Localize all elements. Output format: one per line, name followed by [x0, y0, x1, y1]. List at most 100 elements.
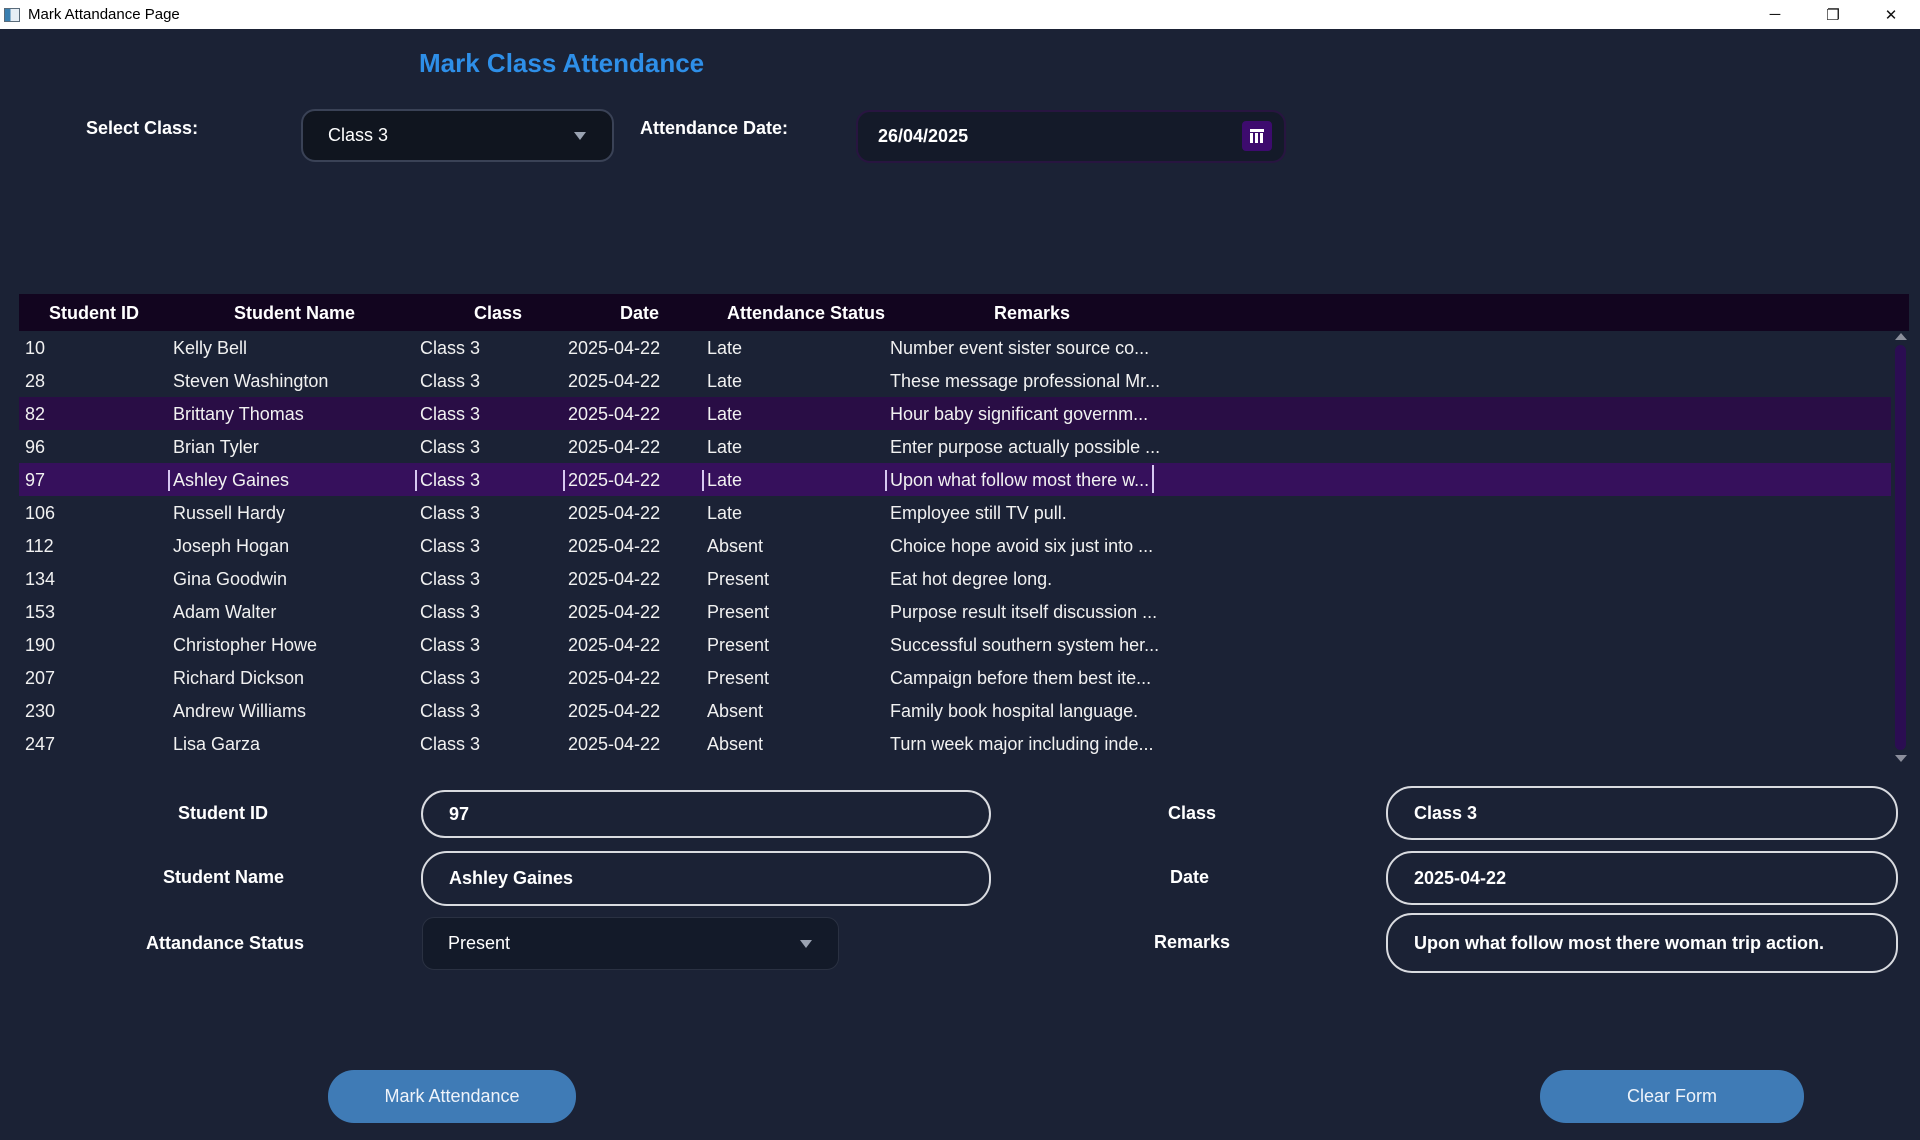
cell-attendance-status: Late — [702, 470, 742, 491]
table-row[interactable]: 230 Andrew Williams Class 3 2025-04-22 Absen… — [19, 694, 1891, 727]
table-scrollbar[interactable] — [1891, 331, 1909, 764]
table-header: Student ID Student Name Class Date Atten… — [19, 294, 1909, 331]
attendance-status-value: Present — [448, 933, 511, 953]
table-row[interactable]: 82 Brittany Thomas Class 3 2025-04-22 Late Ho… — [19, 397, 1891, 430]
column-header-class[interactable]: Class — [474, 303, 522, 324]
cell-date: 2025-04-22 — [563, 470, 660, 491]
window-controls: ─ ❐ ✕ — [1746, 0, 1920, 29]
table-row[interactable]: 134 Gina Goodwin Class 3 2025-04-22 Present E… — [19, 562, 1891, 595]
cell-date: 2025-04-22 — [568, 701, 661, 721]
class-select-value: Class 3 — [328, 125, 389, 145]
cell-student-id: 153 — [25, 602, 56, 622]
scroll-up-icon[interactable] — [1895, 333, 1907, 340]
cell-attendance-status: Absent — [707, 701, 764, 721]
cell-date: 2025-04-22 — [568, 404, 661, 424]
attendance-date-input[interactable]: 26/04/2025 — [856, 110, 1286, 163]
cell-attendance-status: Late — [707, 338, 743, 358]
attendance-date-label: Attendance Date: — [640, 118, 789, 138]
cell-attendance-status: Late — [707, 503, 743, 523]
cell-student-name: Richard Dickson — [173, 668, 305, 688]
column-header-date[interactable]: Date — [620, 303, 659, 324]
clear-form-button[interactable]: Clear Form — [1540, 1070, 1804, 1123]
cell-class: Class 3 — [420, 503, 481, 523]
cell-date: 2025-04-22 — [568, 635, 661, 655]
cell-student-id: 247 — [25, 734, 56, 754]
restore-icon[interactable]: ❐ — [1804, 0, 1862, 29]
cell-date: 2025-04-22 — [568, 371, 661, 391]
date-field[interactable]: 2025-04-22 — [1386, 851, 1898, 905]
attendance-status-select[interactable]: Present — [422, 917, 839, 970]
table-row[interactable]: 106 Russell Hardy Class 3 2025-04-22 Late Emp… — [19, 496, 1891, 529]
remarks-value: Upon what follow most there woman trip a… — [1414, 932, 1825, 953]
scrollbar-thumb[interactable] — [1895, 345, 1906, 750]
table-row[interactable]: 247 Lisa Garza Class 3 2025-04-22 Absent Turn… — [19, 727, 1891, 760]
student-id-field[interactable]: 97 — [421, 790, 991, 838]
attendance-table: Student ID Student Name Class Date Atten… — [19, 294, 1909, 764]
class-value: Class 3 — [1414, 802, 1478, 823]
cell-class: Class 3 — [420, 569, 481, 589]
table-row[interactable]: 190 Christopher Howe Class 3 2025-04-22 Pres… — [19, 628, 1891, 661]
attendance-date-value: 26/04/2025 — [878, 126, 969, 146]
chevron-down-icon — [574, 131, 586, 140]
column-header-student-id[interactable]: Student ID — [49, 303, 139, 324]
cell-student-name: Christopher Howe — [173, 635, 318, 655]
table-row[interactable]: 112 Joseph Hogan Class 3 2025-04-22 Absent Ch… — [19, 529, 1891, 562]
page-title: Mark Class Attendance — [419, 48, 705, 78]
student-id-label: Student ID — [178, 803, 268, 823]
remarks-field[interactable]: Upon what follow most there woman trip a… — [1386, 913, 1898, 973]
app-icon — [4, 7, 20, 22]
cell-student-name: Kelly Bell — [173, 338, 248, 358]
table-row[interactable]: 28 Steven Washington Class 3 2025-04-22 Late… — [19, 364, 1891, 397]
cell-student-id: 190 — [25, 635, 56, 655]
cell-student-name: Brittany Thomas — [173, 404, 304, 424]
cell-class: Class 3 — [420, 437, 481, 457]
cell-class: Class 3 — [420, 635, 481, 655]
cell-class: Class 3 — [420, 338, 481, 358]
close-icon[interactable]: ✕ — [1862, 0, 1920, 29]
table-row[interactable]: 153 Adam Walter Class 3 2025-04-22 Present Pu… — [19, 595, 1891, 628]
column-header-remarks[interactable]: Remarks — [994, 303, 1070, 324]
cell-remarks: Enter purpose actually possible ... — [890, 437, 1161, 457]
cell-date: 2025-04-22 — [568, 437, 661, 457]
calendar-button[interactable] — [1242, 121, 1272, 151]
cell-remarks: Successful southern system her... — [890, 635, 1160, 655]
cell-remarks: Number event sister source co... — [890, 338, 1150, 358]
cell-remarks: Purpose result itself discussion ... — [890, 602, 1158, 622]
cell-student-id: 134 — [25, 569, 56, 589]
cell-student-name: Ashley Gaines — [168, 470, 289, 491]
cell-student-name: Joseph Hogan — [173, 536, 290, 556]
minimize-icon[interactable]: ─ — [1746, 0, 1804, 29]
cell-attendance-status: Present — [707, 635, 770, 655]
cell-date: 2025-04-22 — [568, 503, 661, 523]
cell-student-id: 28 — [25, 371, 46, 391]
class-field[interactable]: Class 3 — [1386, 786, 1898, 840]
student-name-field[interactable]: Ashley Gaines — [421, 851, 991, 906]
cell-student-name: Steven Washington — [173, 371, 329, 391]
cell-class: Class 3 — [420, 668, 481, 688]
table-row[interactable]: 96 Brian Tyler Class 3 2025-04-22 Late Enter … — [19, 430, 1891, 463]
column-header-attendance-status[interactable]: Attendance Status — [727, 303, 885, 324]
title-bar: Mark Attandance Page ─ ❐ ✕ — [0, 0, 1920, 29]
mark-attendance-button[interactable]: Mark Attendance — [328, 1070, 576, 1123]
select-class-label: Select Class: — [86, 118, 199, 138]
cell-student-name: Russell Hardy — [173, 503, 286, 523]
student-name-label: Student Name — [163, 867, 285, 887]
cell-remarks: These message professional Mr... — [890, 371, 1161, 391]
cell-class: Class 3 — [420, 371, 481, 391]
table-row[interactable]: 207 Richard Dickson Class 3 2025-04-22 Prese… — [19, 661, 1891, 694]
calendar-icon — [1250, 129, 1264, 143]
cell-student-id: 112 — [25, 536, 54, 556]
scroll-down-icon[interactable] — [1895, 755, 1907, 762]
column-header-student-name[interactable]: Student Name — [234, 303, 355, 324]
chevron-down-icon — [800, 939, 812, 948]
cell-class: Class 3 — [415, 470, 480, 491]
table-row[interactable]: 97 Ashley Gaines Class 3 2025-04-22 Late Upon… — [19, 463, 1891, 496]
cell-class: Class 3 — [420, 404, 481, 424]
table-row[interactable]: 10 Kelly Bell Class 3 2025-04-22 Late Number … — [19, 331, 1891, 364]
cell-attendance-status: Late — [707, 437, 743, 457]
date-label: Date — [1170, 867, 1210, 887]
cell-date: 2025-04-22 — [568, 734, 661, 754]
class-select[interactable]: Class 3 — [301, 109, 614, 162]
cell-attendance-status: Late — [707, 371, 743, 391]
cell-remarks: Campaign before them best ite... — [890, 668, 1152, 688]
